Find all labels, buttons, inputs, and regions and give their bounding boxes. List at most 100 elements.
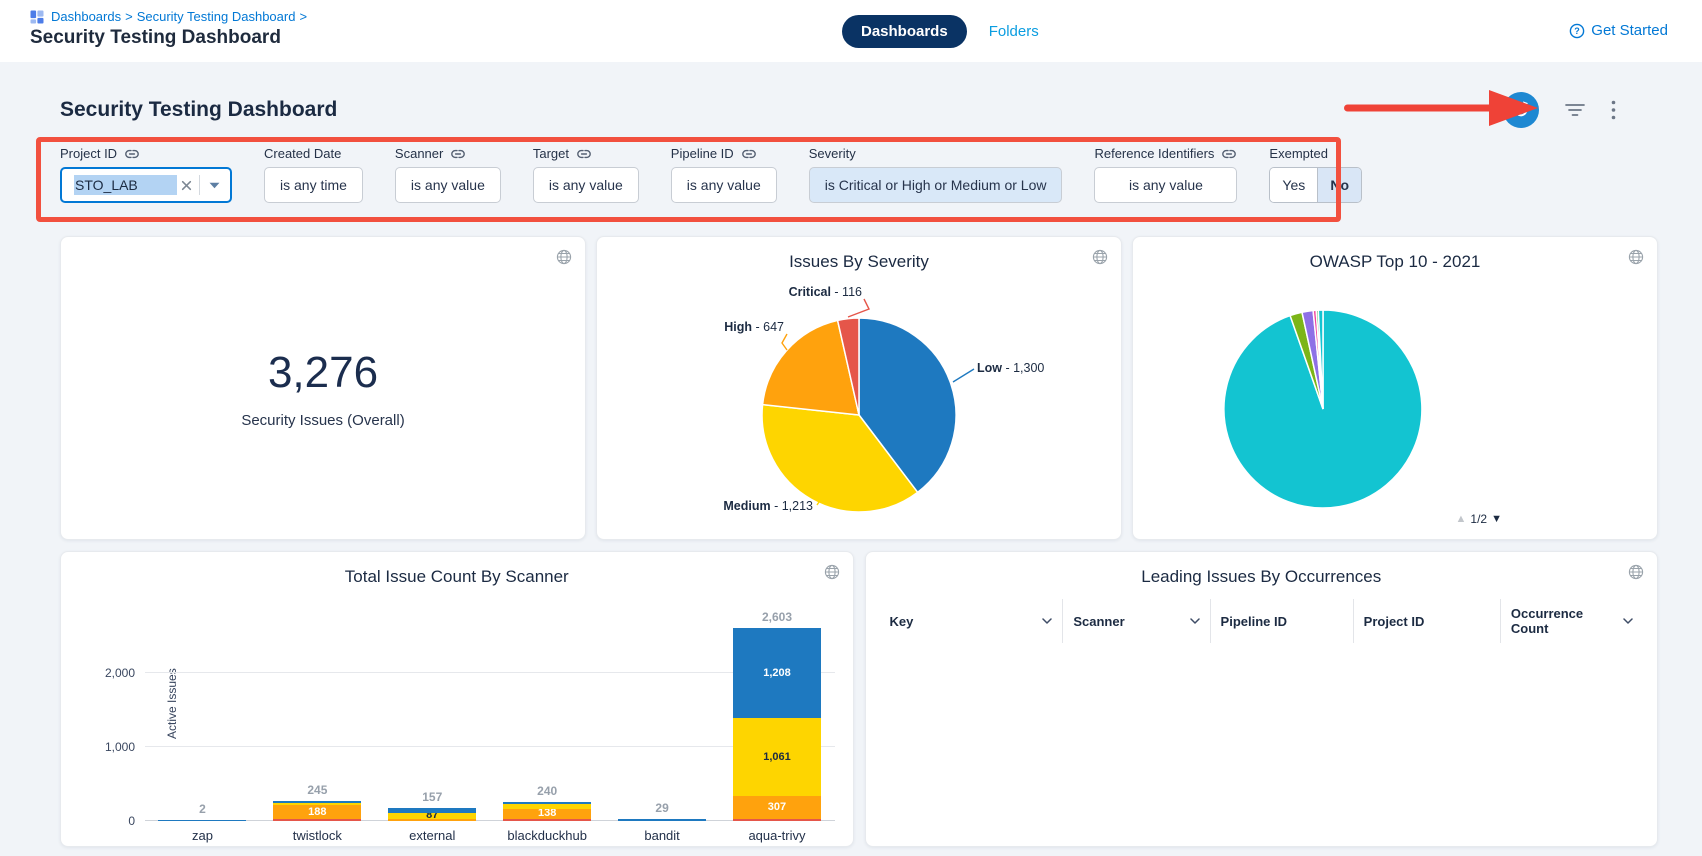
filter-project-id: Project ID STO_LAB	[60, 146, 232, 203]
bar-external[interactable]: 15787	[377, 790, 487, 821]
sort-chevron-icon[interactable]	[1615, 618, 1633, 624]
occurrences-table-body	[866, 643, 1658, 846]
segment-value-label: 138	[503, 808, 591, 819]
scanner-chart-title: Total Issue Count By Scanner	[61, 567, 853, 587]
link-icon	[450, 148, 466, 160]
bar-segment-low[interactable]	[158, 820, 246, 821]
column-header-occurrence-count[interactable]: Occurrence Count	[1500, 599, 1643, 643]
bar-blackduckhub[interactable]: 240138	[492, 784, 602, 821]
scanner-bar-chart[interactable]: Active Issues 01,0002,000224518815787240…	[145, 601, 835, 821]
get-started-link[interactable]: ? Get Started	[1569, 22, 1668, 39]
filter-created-date: Created Date is any time	[264, 146, 363, 203]
column-header-scanner[interactable]: Scanner	[1062, 599, 1209, 643]
bar-bandit[interactable]: 29	[607, 801, 717, 821]
bar-segment-medium[interactable]: 87	[388, 813, 476, 819]
leader-line	[848, 299, 869, 317]
link-icon	[1221, 148, 1237, 160]
clear-icon[interactable]	[177, 176, 196, 195]
globe-icon	[556, 249, 572, 265]
filter-label: Created Date	[264, 146, 341, 161]
sort-chevron-icon[interactable]	[1034, 618, 1052, 624]
card-total-issue-count-by-scanner: Total Issue Count By Scanner Active Issu…	[60, 551, 854, 847]
filter-label: Exempted	[1269, 146, 1328, 161]
breadcrumb-link-dashboards[interactable]: Dashboards	[51, 9, 121, 24]
severity-chart-title: Issues By Severity	[597, 252, 1121, 272]
toggle-option-yes[interactable]: Yes	[1270, 168, 1317, 202]
help-icon: ?	[1569, 23, 1585, 39]
bar-aqua-trivy[interactable]: 2,6033071,0611,208	[722, 610, 832, 821]
issues-by-severity-pie[interactable]: Low - 1,300Medium - 1,213High - 647Criti…	[599, 276, 1119, 528]
filter-toggle: YesNo	[1269, 167, 1362, 203]
toggle-option-no[interactable]: No	[1317, 168, 1361, 202]
y-tick-label: 2,000	[105, 666, 135, 680]
overall-issue-label: Security Issues (Overall)	[241, 412, 404, 429]
filter-value-chip[interactable]: is Critical or High or Medium or Low	[809, 167, 1063, 203]
dashboard-title: Security Testing Dashboard	[60, 98, 337, 122]
filter-value-chip[interactable]: is any time	[264, 167, 363, 203]
filter-label: Scanner	[395, 146, 443, 161]
link-icon	[741, 148, 757, 160]
chevron-down-icon[interactable]	[207, 180, 222, 191]
severity-label-critical: Critical - 116	[789, 285, 862, 299]
x-category-label: bandit	[607, 828, 717, 843]
column-label: Pipeline ID	[1221, 614, 1287, 629]
filter-value-chip[interactable]: is any value	[395, 167, 501, 203]
sort-chevron-icon[interactable]	[1182, 618, 1200, 624]
more-menu-icon[interactable]	[1611, 100, 1616, 120]
link-icon	[741, 148, 757, 160]
bar-segment-medium[interactable]	[273, 803, 361, 805]
filter-exempted: Exempted YesNo	[1269, 146, 1362, 203]
bar-segment-high[interactable]: 188	[273, 805, 361, 819]
filter-value-chip[interactable]: is any value	[1094, 167, 1237, 203]
column-header-project-id[interactable]: Project ID	[1353, 599, 1500, 643]
filter-input-text: STO_LAB	[74, 175, 177, 195]
filter-label: Project ID	[60, 146, 117, 161]
bar-segment-low[interactable]: 1,208	[733, 628, 821, 717]
owasp-top10-pie[interactable]	[1135, 276, 1655, 528]
globe-icon	[1628, 249, 1644, 265]
bar-segment-critical[interactable]	[273, 819, 361, 821]
filter-value-input[interactable]: STO_LAB	[60, 167, 232, 203]
breadcrumb-link-security-testing-dashboard[interactable]: Security Testing Dashboard	[137, 9, 296, 24]
bar-twistlock[interactable]: 245188	[262, 783, 372, 821]
filter-value-chip[interactable]: is any value	[671, 167, 777, 203]
x-category-label: blackduckhub	[492, 828, 602, 843]
filter-label: Severity	[809, 146, 856, 161]
bar-segment-critical[interactable]	[733, 819, 821, 821]
filter-reference-identifiers: Reference Identifiersis any value	[1094, 146, 1237, 203]
page-up-icon[interactable]: ▲	[1456, 513, 1467, 525]
filter-value-chip[interactable]: is any value	[533, 167, 639, 203]
globe-icon	[824, 564, 840, 580]
bar-segment-low[interactable]	[388, 808, 476, 812]
bar-segment-medium[interactable]: 1,061	[733, 718, 821, 797]
column-label: Project ID	[1364, 614, 1425, 629]
column-header-pipeline-id[interactable]: Pipeline ID	[1210, 599, 1353, 643]
page-down-icon[interactable]: ▼	[1491, 513, 1502, 525]
filter-scanner: Scanner is any value	[395, 146, 501, 203]
refresh-button[interactable]	[1503, 92, 1539, 128]
bar-zap[interactable]: 2	[147, 802, 257, 821]
filter-target: Targetis any value	[533, 146, 639, 203]
bar-segment-low[interactable]	[273, 801, 361, 803]
bar-segment-high[interactable]: 138	[503, 809, 591, 819]
column-header-key[interactable]: Key	[880, 599, 1063, 643]
link-icon	[124, 148, 140, 160]
bar-segment-low[interactable]	[503, 802, 591, 804]
card-leading-issues: Leading Issues By Occurrences KeyScanner…	[865, 551, 1659, 847]
bar-segment-low[interactable]	[618, 819, 706, 821]
breadcrumb-separator: >	[299, 9, 307, 24]
card-owasp-top10: OWASP Top 10 - 2021 ▲ 1/2 ▼	[1132, 236, 1658, 540]
breadcrumb: Dashboards>Security Testing Dashboard>	[51, 9, 311, 24]
x-category-label: zap	[147, 828, 257, 843]
globe-icon	[1092, 249, 1108, 265]
filter-icon[interactable]	[1565, 103, 1585, 117]
filter-label: Pipeline ID	[671, 146, 734, 161]
link-icon	[1221, 148, 1237, 160]
tab-dashboards[interactable]: Dashboards	[842, 15, 967, 48]
bar-segment-high[interactable]: 307	[733, 796, 821, 819]
tab-folders[interactable]: Folders	[989, 23, 1039, 40]
bar-stack: 138	[503, 802, 591, 821]
link-icon	[450, 148, 466, 160]
bar-segment-medium[interactable]	[503, 804, 591, 808]
link-icon	[576, 148, 592, 160]
